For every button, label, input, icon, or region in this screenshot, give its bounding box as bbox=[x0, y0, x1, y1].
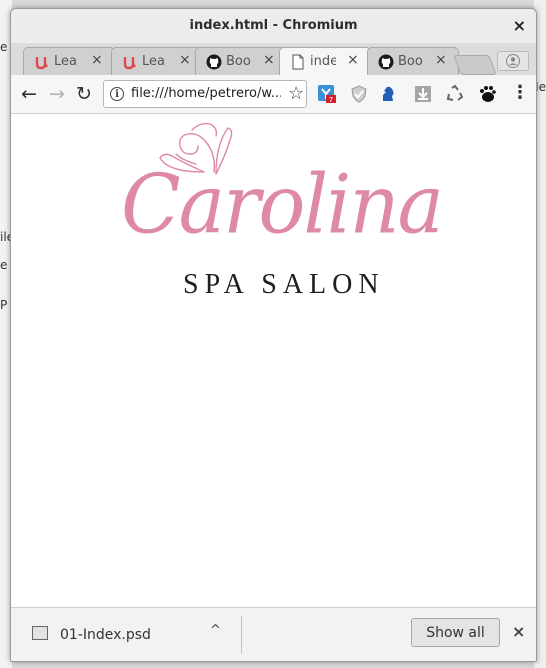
new-tab-button[interactable] bbox=[453, 55, 497, 75]
tab-strip: Lea × Lea × Boo × inde × Boo × bbox=[11, 43, 536, 76]
bookmark-star-icon[interactable]: ☆ bbox=[288, 83, 304, 104]
info-icon[interactable]: i bbox=[110, 87, 124, 101]
divider bbox=[241, 616, 242, 654]
title-bar[interactable]: index.html - Chromium × bbox=[11, 9, 536, 43]
background-text-fragment: e bbox=[0, 258, 8, 272]
shield-icon[interactable] bbox=[349, 84, 369, 104]
tab-label: inde bbox=[310, 54, 336, 69]
tab-close-icon[interactable]: × bbox=[91, 52, 103, 68]
forward-button[interactable]: → bbox=[46, 83, 68, 105]
url-text[interactable]: file:///home/petrero/w... bbox=[131, 86, 281, 101]
background-text-fragment: e bbox=[0, 40, 8, 54]
download-shelf: 01-Index.psd ^ Show all × bbox=[11, 607, 536, 661]
menu-button[interactable]: ⋮ bbox=[511, 84, 529, 104]
tab-close-icon[interactable]: × bbox=[263, 52, 275, 68]
back-button[interactable]: ← bbox=[18, 83, 40, 105]
document-icon bbox=[292, 54, 304, 70]
tab-udemy-1[interactable]: Lea × bbox=[23, 47, 115, 75]
tab-label: Lea bbox=[54, 54, 77, 69]
svg-text:7: 7 bbox=[329, 96, 333, 104]
file-icon bbox=[32, 626, 48, 640]
browser-toolbar: ← → ↻ i file:///home/petrero/w... ☆ 7 ⋮ bbox=[11, 75, 536, 114]
github-icon bbox=[378, 54, 394, 70]
recycle-icon[interactable] bbox=[445, 84, 465, 104]
tab-github-1[interactable]: Boo × bbox=[195, 47, 287, 75]
page-content: Carolina SPA SALON bbox=[11, 114, 536, 608]
gnome-foot-icon[interactable] bbox=[477, 84, 497, 104]
tab-udemy-2[interactable]: Lea × bbox=[111, 47, 203, 75]
chess-knight-icon[interactable] bbox=[378, 84, 398, 104]
tab-label: Boo bbox=[398, 54, 423, 69]
window-close-button[interactable]: × bbox=[513, 16, 526, 35]
background-text-fragment: P bbox=[0, 298, 8, 312]
logo-script-text: Carolina bbox=[121, 157, 444, 253]
logo-tagline: SPA SALON bbox=[183, 269, 385, 300]
tab-label: Lea bbox=[142, 54, 165, 69]
chevron-up-icon[interactable]: ^ bbox=[210, 623, 221, 638]
tab-label: Boo bbox=[226, 54, 251, 69]
tab-index-active[interactable]: inde × bbox=[279, 47, 371, 76]
show-all-button[interactable]: Show all bbox=[411, 618, 500, 647]
udemy-icon bbox=[35, 57, 48, 70]
tab-close-icon[interactable]: × bbox=[435, 52, 447, 68]
github-icon bbox=[206, 54, 222, 70]
download-icon[interactable] bbox=[413, 84, 433, 104]
close-download-shelf-icon[interactable]: × bbox=[512, 622, 525, 641]
download-filename[interactable]: 01-Index.psd bbox=[60, 627, 151, 643]
yellow-lab-extension-icon[interactable]: 7 bbox=[317, 84, 337, 104]
address-bar[interactable]: i file:///home/petrero/w... ☆ bbox=[103, 80, 307, 108]
profile-button[interactable] bbox=[497, 51, 529, 71]
tab-close-icon[interactable]: × bbox=[179, 52, 191, 68]
tab-github-2[interactable]: Boo × bbox=[367, 47, 459, 75]
person-icon bbox=[506, 54, 520, 68]
tab-close-icon[interactable]: × bbox=[347, 52, 359, 68]
window-title: index.html - Chromium bbox=[189, 18, 358, 33]
reload-button[interactable]: ↻ bbox=[73, 83, 95, 105]
udemy-icon bbox=[123, 57, 136, 70]
browser-window: index.html - Chromium × Lea × Lea × Boo … bbox=[10, 8, 537, 662]
